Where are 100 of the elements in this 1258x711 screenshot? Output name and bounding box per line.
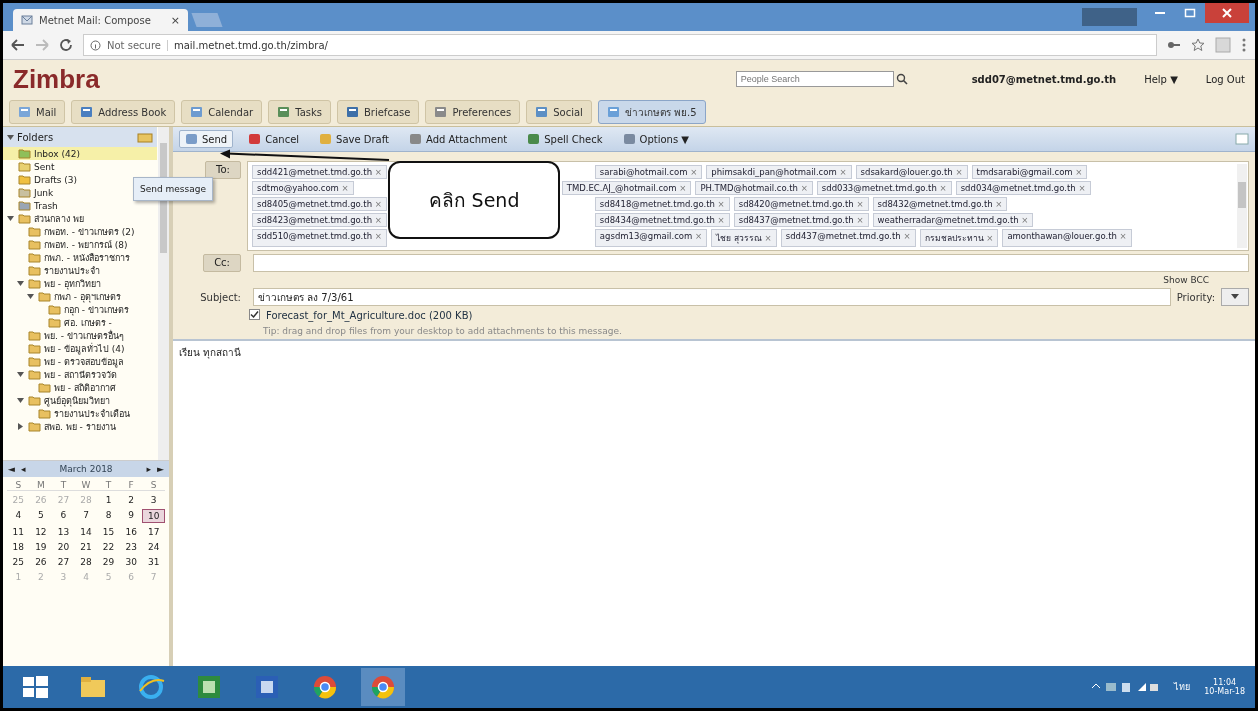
cc-field[interactable] <box>253 254 1249 272</box>
priority-dropdown[interactable] <box>1221 288 1249 306</box>
address-bar[interactable]: Not secure mail.metnet.tmd.go.th/zimbra/ <box>83 34 1157 56</box>
calendar-day[interactable]: 20 <box>52 541 75 553</box>
recipient-chip[interactable]: sdd033@metnet.tmd.go.th × <box>816 181 952 195</box>
recipient-chip[interactable]: sdd034@metnet.tmd.go.th × <box>955 181 1091 195</box>
search-icon[interactable] <box>895 73 908 85</box>
to-button[interactable]: To: <box>205 161 241 179</box>
folder-item[interactable]: กพอท. - พยากรณ์ (8) <box>3 238 157 251</box>
app-tab[interactable]: Social <box>526 100 592 124</box>
next-arrow[interactable]: ► <box>157 464 164 474</box>
log-out-link[interactable]: Log Out <box>1205 73 1245 85</box>
recipient-chip[interactable]: weatherradar@metnet.tmd.go.th × <box>872 213 1034 227</box>
calendar-day[interactable]: 24 <box>142 541 165 553</box>
folder-item[interactable]: ศอ. เกษตร - <box>3 316 157 329</box>
calendar-day[interactable]: 17 <box>142 526 165 538</box>
show-bcc-link[interactable]: Show BCC <box>1163 275 1209 285</box>
folder-item[interactable]: กพอท. - ข่าวเกษตร (2) <box>3 225 157 238</box>
app-tab[interactable]: Calendar <box>181 100 263 124</box>
app-tab[interactable]: Briefcase <box>336 100 420 124</box>
calendar-day[interactable]: 7 <box>74 509 98 523</box>
folder-item[interactable]: พย - ตรวจสอบข้อมูล <box>3 355 157 368</box>
folder-item[interactable]: Trash <box>3 199 157 212</box>
folder-item[interactable]: พย - สถิติอากาศ <box>3 381 157 394</box>
subject-field[interactable]: ข่าวเกษตร ลง 7/3/61 <box>253 288 1171 306</box>
menu-icon[interactable] <box>1241 37 1247 53</box>
key-icon[interactable] <box>1167 39 1181 51</box>
calendar-day[interactable]: 9 <box>119 509 143 523</box>
app-tab[interactable]: ข่าวเกษตร พย.5 <box>597 100 706 124</box>
search-field[interactable]: People Search <box>735 71 894 87</box>
toolbar-button[interactable]: Spell Check <box>522 131 608 147</box>
help-menu[interactable]: Help ▼ <box>1144 73 1178 85</box>
folder-item[interactable]: กพภ - อุตุฯเกษตร <box>3 290 157 303</box>
recipient-chip[interactable]: sd8434@metnet.tmd.go.th × <box>594 213 730 227</box>
folder-item[interactable]: Inbox (42) <box>3 147 157 160</box>
calendar-day[interactable]: 18 <box>7 541 30 553</box>
recipient-chip[interactable]: sdd437@metnet.tmd.go.th × <box>780 229 916 247</box>
recipient-chip[interactable]: sdsakard@louer.go.th × <box>855 165 968 179</box>
recipient-chip[interactable]: amonthawan@louer.go.th × <box>1002 229 1132 247</box>
calendar-day[interactable]: 5 <box>29 509 53 523</box>
close-button[interactable] <box>1205 3 1249 23</box>
star-icon[interactable] <box>1191 38 1205 52</box>
calendar-day[interactable]: 2 <box>119 494 143 506</box>
folder-item[interactable]: สพอ. พย - รายงาน <box>3 420 157 433</box>
input-language[interactable]: ไทย <box>1174 680 1191 694</box>
calendar-day[interactable]: 13 <box>52 526 75 538</box>
attachment-name[interactable]: Forecast_for_Mt_Agriculture.doc (200 KB) <box>266 310 473 321</box>
calendar-day[interactable]: 30 <box>119 556 143 568</box>
folder-item[interactable]: รายงานประจำเดือน <box>3 407 157 420</box>
message-body[interactable]: เรียน ทุกสถานี <box>173 339 1255 666</box>
previous-arrow[interactable]: ◄ <box>8 464 15 474</box>
recipient-chip[interactable]: agsdm13@gmail.com × <box>594 229 708 247</box>
folder-item[interactable]: พย - สถานีตรวจวัด <box>3 368 157 381</box>
recipient-chip[interactable]: sd8432@metnet.tmd.go.th × <box>872 197 1008 211</box>
folder-item[interactable]: ส่วนกลาง พย <box>3 212 157 225</box>
calendar-day[interactable]: 26 <box>29 556 53 568</box>
recipient-chip[interactable]: ไชย สุวรรณ × <box>711 229 777 247</box>
folder-item[interactable]: พย. - ข่าวเกษตรอื่นๆ <box>3 329 157 342</box>
recipient-chip[interactable]: sd8423@metnet.tmd.go.th × <box>252 213 387 227</box>
recipient-chip[interactable]: sdtmo@yahoo.com × <box>252 181 354 195</box>
toolbar-button[interactable]: Options ▼ <box>617 131 694 147</box>
folder-item[interactable]: พย - ข้อมูลทั่วไป (4) <box>3 342 157 355</box>
browser-tab[interactable]: Metnet Mail: Compose × <box>13 9 188 31</box>
calendar-day[interactable]: 25 <box>7 556 30 568</box>
calendar-day[interactable]: 10 <box>142 509 165 523</box>
folder-item[interactable]: Sent <box>3 160 157 173</box>
calendar-day[interactable]: 29 <box>97 556 120 568</box>
recipient-chip[interactable]: sd8437@metnet.tmd.go.th × <box>733 213 869 227</box>
previous-arrow[interactable]: ◂ <box>20 464 26 474</box>
calendar-day[interactable]: 15 <box>97 526 120 538</box>
recipient-chip[interactable]: sarabi@hotmail.com × <box>594 165 703 179</box>
expand-arrow-icon[interactable] <box>7 133 14 141</box>
calendar-day[interactable]: 21 <box>74 541 98 553</box>
cc-button[interactable]: Cc: <box>203 254 241 272</box>
calendar-day[interactable]: 11 <box>7 526 30 538</box>
taskbar-app[interactable] <box>361 668 405 706</box>
calendar-day[interactable]: 31 <box>142 556 165 568</box>
calendar-day[interactable]: 23 <box>119 541 143 553</box>
calendar-day[interactable]: 3 <box>142 494 165 506</box>
app-tab[interactable]: Mail <box>9 100 66 124</box>
folder-item[interactable]: พย - อุทกวิทยา <box>3 277 157 290</box>
folder-item[interactable]: รายงานประจำ <box>3 264 157 277</box>
calendar-day[interactable]: 16 <box>119 526 143 538</box>
folder-item[interactable]: กอุก - ข่าวเกษตร <box>3 303 157 316</box>
calendar-day[interactable]: 22 <box>97 541 120 553</box>
calendar-day[interactable]: 14 <box>74 526 98 538</box>
recipient-chip[interactable]: phimsakdi_pan@hotmail.com × <box>706 165 852 179</box>
calendar-day[interactable]: 6 <box>52 509 75 523</box>
toolbar-button[interactable]: Save Draft <box>314 131 394 147</box>
calendar-day[interactable]: 28 <box>74 556 98 568</box>
recipient-chip[interactable]: tmdsarabi@gmail.com × <box>971 165 1088 179</box>
recipient-chip[interactable]: PH.TMD@hotmail.co.th × <box>695 181 813 195</box>
clock[interactable]: 11:04 10-Mar-18 <box>1204 678 1245 696</box>
expand-arrow-icon[interactable] <box>17 280 24 287</box>
expand-arrow-icon[interactable] <box>17 371 24 378</box>
expand-arrow-icon[interactable] <box>7 215 14 222</box>
recipient-chip[interactable]: TMD.EC.AJ_@hotmail.com × <box>561 181 692 195</box>
back-arrow-icon[interactable] <box>11 39 25 51</box>
recipient-chip[interactable]: sd8420@metnet.tmd.go.th × <box>733 197 869 211</box>
expand-arrow-icon[interactable] <box>27 293 34 300</box>
